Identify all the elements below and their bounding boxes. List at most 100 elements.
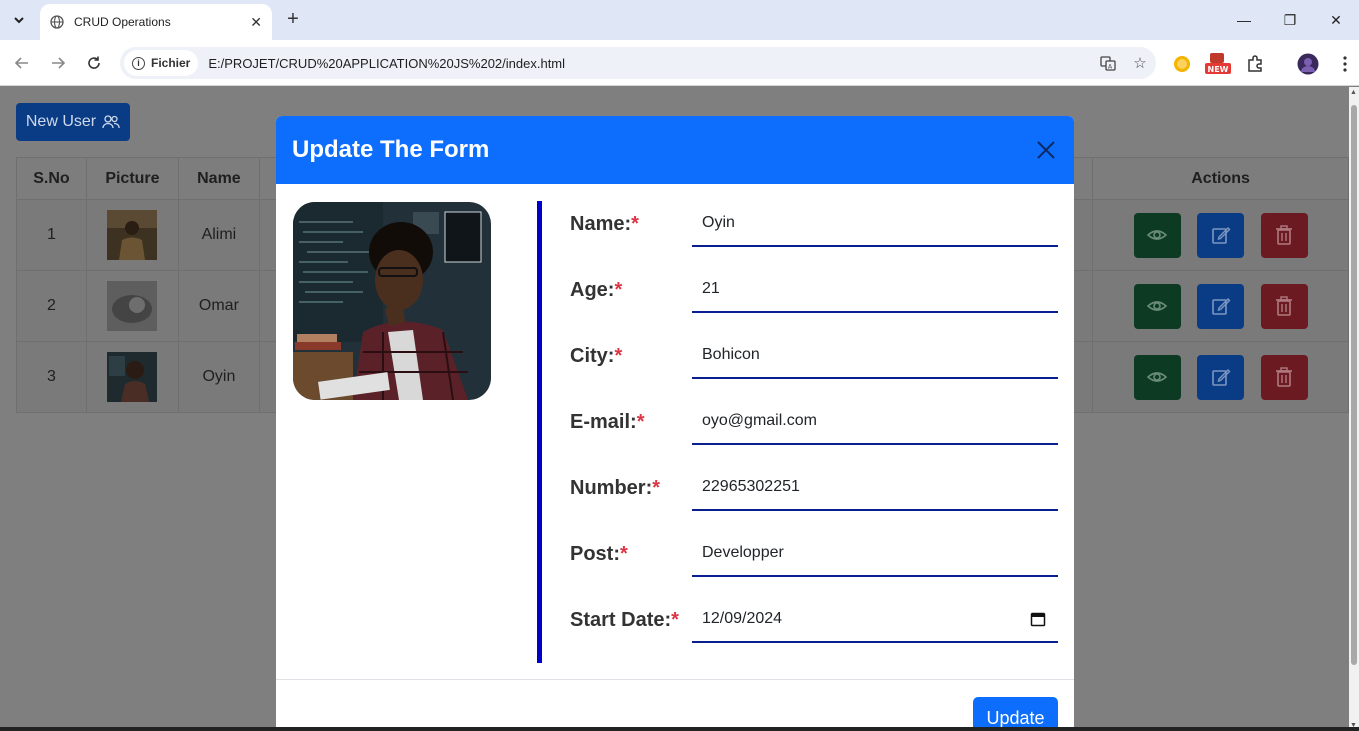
form-row-name: Name:* (570, 201, 1058, 247)
trash-icon (1276, 295, 1293, 316)
row-picture (85, 199, 179, 271)
required-mark: * (614, 279, 623, 301)
form-row-start-date: Start Date:* (570, 597, 1058, 643)
chevron-down-icon (14, 17, 24, 24)
extension-new-icon[interactable]: NEW (1204, 52, 1232, 76)
profile-avatar[interactable] (1296, 52, 1320, 76)
row-sno: 3 (16, 341, 87, 413)
browser-toolbar: i Fichier E:/PROJET/CRUD%20APPLICATION%2… (0, 40, 1359, 86)
eye-icon (1146, 300, 1168, 311)
required-mark: * (614, 345, 623, 367)
trash-icon (1276, 224, 1293, 245)
required-mark: * (652, 477, 661, 499)
scroll-up-arrow-icon[interactable]: ▲ (1350, 89, 1357, 96)
view-button[interactable] (1133, 354, 1181, 400)
new-tab-button[interactable]: + (282, 8, 304, 30)
tab-search-button[interactable] (6, 7, 32, 33)
update-label: Update (986, 707, 1045, 728)
post-field[interactable] (692, 531, 1058, 577)
users-icon (102, 115, 120, 129)
extensions-puzzle-icon[interactable] (1243, 52, 1267, 76)
number-label: Number:* (570, 477, 661, 499)
edit-button[interactable] (1197, 354, 1245, 400)
browser-tab[interactable]: CRUD Operations ✕ (40, 4, 272, 40)
required-mark: * (631, 213, 639, 235)
user-thumbnail (107, 281, 158, 331)
modal-body: Name:* Age:* City:* E-mail:* Number:* Po… (276, 184, 1074, 679)
number-field[interactable] (692, 465, 1058, 511)
edit-icon (1211, 297, 1231, 315)
bookmark-star-icon[interactable]: ☆ (1124, 54, 1156, 72)
start-date-label: Start Date:* (570, 609, 679, 631)
modal-footer: Update (276, 679, 1074, 731)
arrow-left-icon (14, 57, 28, 69)
row-name: Omar (177, 270, 260, 342)
close-icon[interactable] (1034, 138, 1058, 162)
delete-button[interactable] (1260, 212, 1308, 258)
edit-button[interactable] (1197, 283, 1245, 329)
row-actions (1092, 199, 1349, 271)
edit-icon (1211, 226, 1231, 244)
new-user-label: New User (25, 113, 97, 130)
required-mark: * (671, 609, 679, 631)
forward-button[interactable] (46, 51, 70, 75)
form-row-number: Number:* (570, 465, 1058, 511)
restore-icon[interactable]: ❐ (1267, 0, 1313, 40)
row-actions (1092, 341, 1349, 413)
translate-icon[interactable]: A (1092, 55, 1124, 71)
header-sno: S.No (16, 157, 87, 200)
site-info-label: Fichier (151, 56, 191, 70)
new-user-button[interactable]: New User (16, 103, 130, 141)
extension-coin-icon[interactable] (1170, 52, 1194, 76)
new-badge-text: NEW (1208, 65, 1229, 74)
window-controls: — ❐ ✕ (1221, 0, 1359, 40)
header-name: Name (177, 157, 260, 200)
row-sno: 2 (16, 270, 87, 342)
info-icon: i (132, 56, 145, 70)
scrollbar-thumb[interactable] (1351, 105, 1357, 665)
browser-menu-icon[interactable] (1333, 52, 1357, 76)
reload-button[interactable] (82, 51, 106, 75)
name-field[interactable] (692, 201, 1058, 247)
globe-icon (50, 15, 64, 29)
email-field[interactable] (692, 399, 1058, 445)
delete-button[interactable] (1260, 283, 1308, 329)
calendar-icon[interactable] (1030, 611, 1046, 627)
header-picture: Picture (85, 157, 179, 200)
user-thumbnail (107, 352, 158, 402)
user-thumbnail (107, 210, 158, 260)
arrow-right-icon (52, 57, 66, 69)
tab-title: CRUD Operations (74, 15, 171, 29)
form-row-post: Post:* (570, 531, 1058, 577)
city-field[interactable] (692, 333, 1058, 379)
close-window-icon[interactable]: ✕ (1313, 0, 1359, 40)
back-button[interactable] (10, 51, 34, 75)
view-button[interactable] (1133, 283, 1181, 329)
edit-button[interactable] (1197, 212, 1245, 258)
update-button[interactable]: Update (973, 697, 1058, 731)
tab-close-icon[interactable]: ✕ (250, 14, 262, 31)
update-form-modal: Update The Form Name:* Oyin Age:* 21 Cit… (276, 116, 1074, 731)
address-bar[interactable]: i Fichier E:/PROJET/CRUD%20APPLICATION%2… (120, 47, 1156, 79)
url-text[interactable]: E:/PROJET/CRUD%20APPLICATION%20JS%202/in… (208, 56, 1092, 71)
trash-icon (1276, 366, 1293, 387)
delete-button[interactable] (1260, 354, 1308, 400)
view-button[interactable] (1133, 212, 1181, 258)
modal-header: Update The Form (276, 116, 1074, 184)
age-field[interactable] (692, 267, 1058, 313)
minimize-icon[interactable]: — (1221, 0, 1267, 40)
browser-tab-bar: CRUD Operations ✕ + — ❐ ✕ (0, 0, 1359, 40)
page-scrollbar[interactable]: ▲ ▼ (1349, 87, 1359, 731)
age-label: Age:* (570, 279, 623, 301)
name-label: Name:* (570, 213, 639, 235)
form-accent-bar (537, 201, 542, 663)
row-picture (85, 341, 179, 413)
site-info-chip[interactable]: i Fichier (124, 50, 199, 76)
required-mark: * (620, 543, 628, 565)
profile-picture[interactable] (293, 202, 491, 400)
post-label: Post:* (570, 543, 628, 565)
reload-icon (88, 56, 100, 69)
row-name: Oyin (177, 341, 260, 413)
row-sno: 1 (16, 199, 87, 271)
start-date-field[interactable] (692, 597, 1058, 643)
